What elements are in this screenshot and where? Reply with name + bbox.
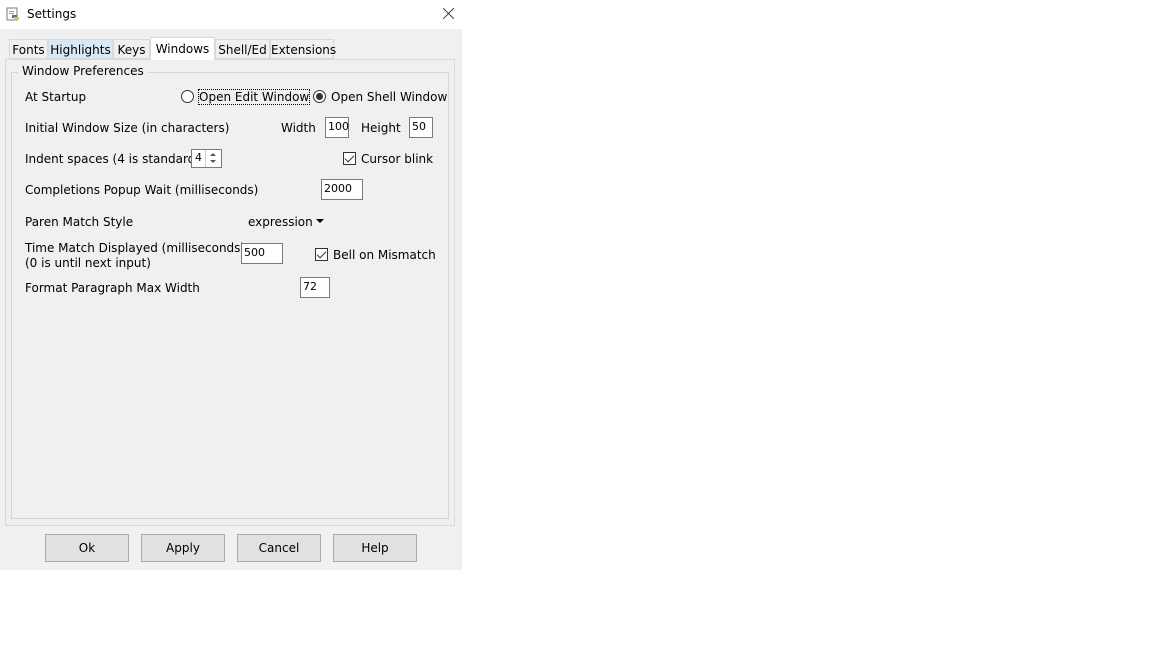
window-title: Settings xyxy=(27,7,77,21)
popup-wait-input[interactable]: 2000 xyxy=(321,179,363,200)
spin-up-icon[interactable] xyxy=(210,153,216,156)
cursor-blink-label[interactable]: Cursor blink xyxy=(361,152,433,166)
format-width-label: Format Paragraph Max Width xyxy=(25,281,200,295)
chevron-down-icon[interactable] xyxy=(316,219,324,223)
open-edit-window-label[interactable]: Open Edit Window xyxy=(197,89,311,105)
cancel-button[interactable]: Cancel xyxy=(237,534,321,562)
bell-on-mismatch-checkbox[interactable] xyxy=(315,248,328,261)
bell-on-mismatch-label[interactable]: Bell on Mismatch xyxy=(333,248,436,262)
time-match-label: Time Match Displayed (milliseconds) xyxy=(25,241,246,255)
title-bar: Settings xyxy=(0,0,462,29)
spin-down-icon[interactable] xyxy=(210,160,216,163)
window-preferences-label: Window Preferences xyxy=(18,64,148,78)
time-match-note: (0 is until next input) xyxy=(25,256,151,270)
popup-wait-label: Completions Popup Wait (milliseconds) xyxy=(25,183,259,197)
python-idle-icon xyxy=(6,7,19,21)
width-input[interactable]: 100 xyxy=(325,117,349,138)
tab-fonts[interactable]: Fonts xyxy=(9,39,48,59)
cursor-blink-checkbox[interactable] xyxy=(343,152,356,165)
time-match-input[interactable]: 500 xyxy=(241,243,283,264)
tab-highlights[interactable]: Highlights xyxy=(48,39,113,59)
indent-spaces-label: Indent spaces (4 is standard) xyxy=(25,152,200,166)
help-button[interactable]: Help xyxy=(333,534,417,562)
height-label: Height xyxy=(361,121,401,135)
at-startup-label: At Startup xyxy=(25,90,87,104)
settings-window: Settings Fonts Highlights Keys Windows S… xyxy=(0,0,462,570)
tab-shell-ed[interactable]: Shell/Ed xyxy=(215,39,270,59)
width-label: Width xyxy=(281,121,316,135)
open-shell-window-radio[interactable] xyxy=(313,90,326,103)
tab-extensions[interactable]: Extensions xyxy=(270,39,336,59)
apply-button[interactable]: Apply xyxy=(141,534,225,562)
tab-windows[interactable]: Windows xyxy=(150,37,215,60)
spin-buttons[interactable] xyxy=(205,150,222,167)
ok-button[interactable]: Ok xyxy=(45,534,129,562)
tab-keys[interactable]: Keys xyxy=(113,39,150,59)
window-preferences-frame xyxy=(11,72,449,519)
format-width-input[interactable]: 72 xyxy=(300,277,330,298)
indent-value: 4 xyxy=(195,151,202,164)
paren-style-label: Paren Match Style xyxy=(25,215,134,229)
paren-style-value[interactable]: expression xyxy=(248,215,313,229)
window-size-label: Initial Window Size (in characters) xyxy=(25,121,230,135)
indent-spinbox[interactable]: 4 xyxy=(191,149,222,168)
height-input[interactable]: 50 xyxy=(409,117,433,138)
open-edit-window-radio[interactable] xyxy=(181,90,194,103)
open-shell-window-label[interactable]: Open Shell Window xyxy=(331,90,447,104)
close-icon[interactable] xyxy=(436,0,462,29)
